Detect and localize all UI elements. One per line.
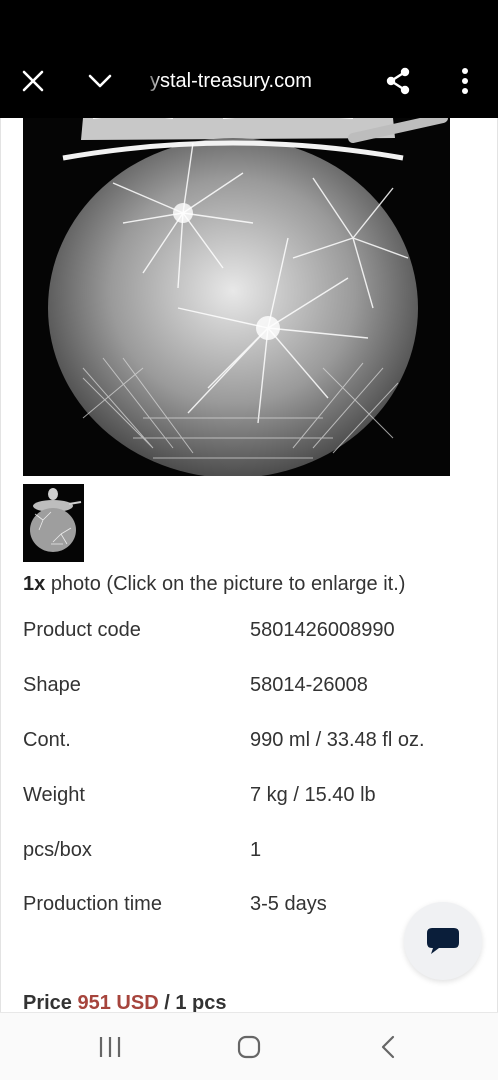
spec-value: 990 ml / 33.48 fl oz.	[250, 729, 425, 751]
share-button[interactable]	[370, 44, 426, 118]
price-line: Price 951 USD / 1 pcs	[23, 992, 226, 1012]
crystal-jar-thumbnail-image	[23, 484, 84, 562]
spec-label: Product code	[23, 619, 141, 641]
photo-count: 1x	[23, 573, 46, 595]
spec-row-pcs-per-box: pcs/box 1	[23, 839, 483, 869]
home-icon	[237, 1035, 261, 1059]
photo-note-text: photo (Click on the picture to enlarge i…	[50, 573, 406, 595]
spec-label: Shape	[23, 674, 81, 696]
collapse-button[interactable]	[72, 44, 128, 118]
back-button[interactable]	[348, 1013, 428, 1080]
spec-label: Weight	[23, 784, 85, 806]
more-vert-icon	[462, 68, 468, 94]
page-content: 1x photo (Click on the picture to enlarg…	[0, 118, 498, 1012]
product-main-photo[interactable]	[23, 118, 450, 476]
more-options-button[interactable]	[437, 44, 493, 118]
spec-label: Cont.	[23, 729, 71, 751]
spec-value: 1	[250, 839, 262, 861]
chat-bubble-icon	[427, 928, 459, 954]
back-icon	[381, 1035, 395, 1059]
url-fade	[140, 64, 162, 98]
close-button[interactable]	[5, 44, 61, 118]
spec-value: 58014-26008	[250, 674, 368, 696]
url-text[interactable]: ystal-treasury.com	[150, 44, 312, 118]
spec-value: 5801426008990	[250, 619, 395, 641]
chevron-down-icon	[88, 74, 112, 88]
share-icon	[386, 67, 410, 95]
spec-row-shape: Shape 58014-26008	[23, 674, 483, 704]
recent-apps-button[interactable]	[70, 1013, 150, 1080]
spec-label: Production time	[23, 893, 162, 915]
crystal-jar-image	[23, 118, 450, 476]
spec-label: pcs/box	[23, 839, 92, 861]
price-amount: 951 USD	[77, 992, 159, 1012]
spec-row-product-code: Product code 5801426008990	[23, 619, 483, 649]
price-label: Price	[23, 992, 72, 1012]
spec-value: 3-5 days	[250, 893, 327, 915]
product-thumbnail[interactable]	[23, 484, 84, 562]
spec-value: 7 kg / 15.40 lb	[250, 784, 376, 806]
spec-row-weight: Weight 7 kg / 15.40 lb	[23, 784, 483, 814]
price-unit: / 1 pcs	[164, 992, 227, 1012]
system-navigation-bar	[0, 1012, 498, 1080]
photo-count-note: 1x photo (Click on the picture to enlarg…	[23, 573, 405, 596]
close-icon	[22, 70, 44, 92]
recent-apps-icon	[99, 1037, 121, 1057]
status-bar	[0, 0, 498, 44]
home-button[interactable]	[209, 1013, 289, 1080]
chat-button[interactable]	[404, 902, 482, 980]
spec-row-content: Cont. 990 ml / 33.48 fl oz.	[23, 729, 483, 759]
browser-toolbar: ystal-treasury.com	[0, 44, 498, 118]
